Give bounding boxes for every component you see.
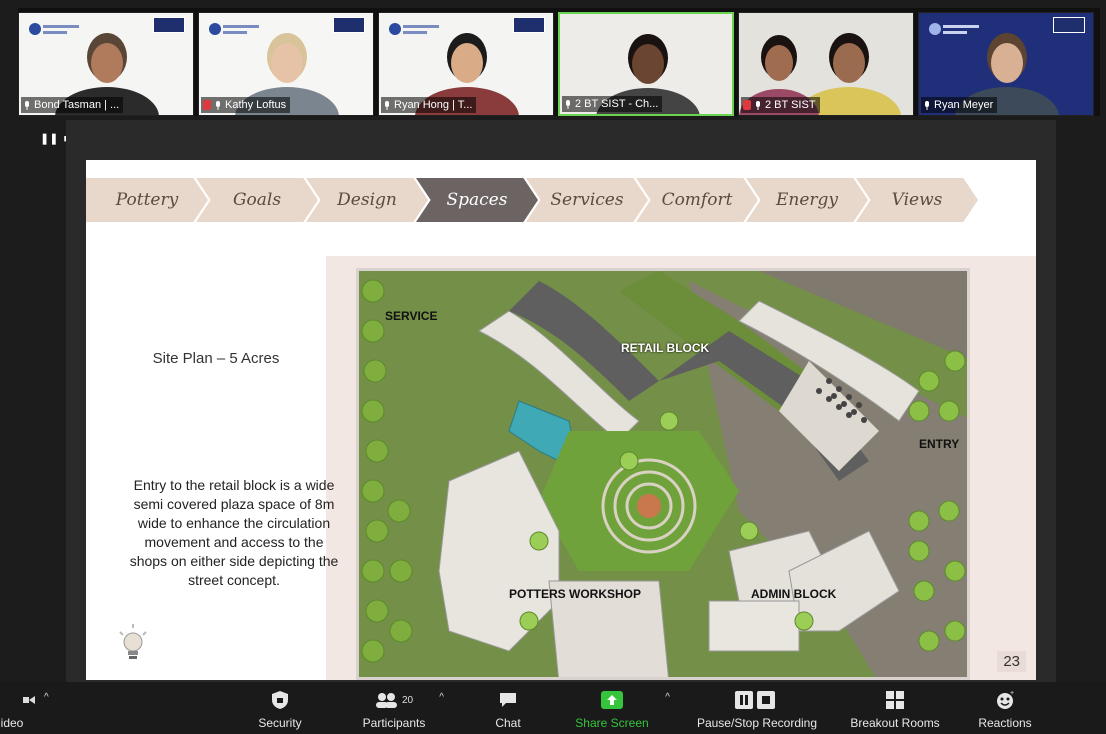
participant-name-tag: Ryan Hong | T... <box>381 97 477 113</box>
mic-muted-icon <box>743 100 751 110</box>
participant-name: Ryan Hong | T... <box>394 99 473 111</box>
slide-tab-comfort: Comfort <box>636 178 758 222</box>
video-options-caret[interactable]: ^ <box>44 692 49 703</box>
slide-tab-pottery: Pottery <box>86 178 208 222</box>
participants-icon: 20 <box>375 689 413 711</box>
plan-label-admin-block: ADMIN BLOCK <box>751 587 837 601</box>
participant-tile[interactable]: 2 BT SIST - Ch... <box>558 12 734 116</box>
participant-name: 2 BT SIST <box>765 99 816 111</box>
video-camera-icon <box>23 689 37 711</box>
slide-tab-goals: Goals <box>196 178 318 222</box>
participant-tile[interactable]: Bond Tasman | ... <box>18 12 194 116</box>
slide-tab-energy: Energy <box>746 178 868 222</box>
share-screen-button[interactable]: Share Screen ^ <box>562 682 670 734</box>
slide-tab-spaces: Spaces <box>416 178 538 222</box>
svg-text:+: + <box>1010 690 1014 697</box>
participant-name: Ryan Meyer <box>934 99 994 111</box>
participant-name-tag: Kathy Loftus <box>201 97 291 113</box>
share-options-caret[interactable]: ^ <box>665 692 670 703</box>
plan-label-service: SERVICE <box>385 309 438 323</box>
participant-tile[interactable]: 2 BT SIST <box>738 12 914 116</box>
meeting-toolbar: ideo ^ Security 20 Participants ^ Chat S… <box>0 682 1106 734</box>
plan-label-retail-block: RETAIL BLOCK <box>621 341 710 355</box>
zoom-meeting-window: Bond Tasman | ... Kathy Loftus Ryan Hong |… <box>0 0 1106 734</box>
participant-tile[interactable]: Kathy Loftus <box>198 12 374 116</box>
mic-icon <box>564 99 572 109</box>
mic-icon <box>923 100 931 110</box>
security-label: Security <box>258 716 302 730</box>
participant-strip: Bond Tasman | ... Kathy Loftus Ryan Hong |… <box>18 8 1100 116</box>
mic-icon <box>214 100 222 110</box>
video-label: ideo <box>0 716 24 730</box>
chat-label: Chat <box>495 716 521 730</box>
plan-label-entry: ENTRY <box>919 437 960 451</box>
participants-options-caret[interactable]: ^ <box>439 692 444 703</box>
slide-page-number: 23 <box>997 651 1026 672</box>
site-plan-title: Site Plan – 5 Acres <box>152 350 280 367</box>
share-screen-icon <box>601 689 623 711</box>
site-plan-drawing <box>359 271 967 677</box>
plan-label-potters-workshop: POTTERS WORKSHOP <box>509 587 642 601</box>
participants-label: Participants <box>362 716 426 730</box>
participant-name-tag: Ryan Meyer <box>921 97 998 113</box>
video-button[interactable]: ideo ^ <box>0 682 60 734</box>
breakout-label: Breakout Rooms <box>850 716 940 730</box>
mic-muted-icon <box>203 100 211 110</box>
site-plan-description: Entry to the retail block is a wide semi… <box>129 477 339 588</box>
mic-icon <box>23 100 31 110</box>
slide-tab-bar: Pottery Goals Design Spaces Services Com… <box>86 178 1036 222</box>
participants-count: 20 <box>401 694 414 706</box>
shield-icon <box>271 689 289 711</box>
reactions-label: Reactions <box>978 716 1032 730</box>
participant-tile[interactable]: Ryan Meyer <box>918 12 1094 116</box>
participants-button[interactable]: 20 Participants ^ <box>334 682 454 734</box>
participant-name-tag: Bond Tasman | ... <box>21 97 124 113</box>
site-plan-image: SERVICE RETAIL BLOCK ENTRY POTTERS WORKS… <box>356 268 970 680</box>
participant-name: 2 BT SIST - Ch... <box>575 98 659 110</box>
slide-tab-services: Services <box>526 178 648 222</box>
participant-name-tag: 2 BT SIST <box>741 97 820 113</box>
share-screen-label: Share Screen <box>575 716 649 730</box>
smiley-icon: + <box>995 689 1015 711</box>
lightbulb-icon <box>119 624 147 659</box>
pause-icon[interactable]: ❚❚ <box>40 132 58 146</box>
slide-tab-design: Design <box>306 178 428 222</box>
participant-name: Bond Tasman | ... <box>34 99 120 111</box>
mic-icon <box>383 100 391 110</box>
participant-name-tag: 2 BT SIST - Ch... <box>562 96 663 112</box>
pause-stop-recording-button[interactable]: Pause/Stop Recording <box>682 682 832 734</box>
participant-tile[interactable]: Ryan Hong | T... <box>378 12 554 116</box>
slide-tab-views: Views <box>856 178 978 222</box>
reactions-button[interactable]: + Reactions <box>960 682 1050 734</box>
record-label: Pause/Stop Recording <box>696 716 818 730</box>
chat-button[interactable]: Chat <box>468 682 548 734</box>
pause-stop-icon <box>735 689 779 711</box>
breakout-rooms-button[interactable]: Breakout Rooms <box>840 682 950 734</box>
chat-bubble-icon <box>498 689 518 711</box>
mic-icon <box>754 100 762 110</box>
shared-slide: Pottery Goals Design Spaces Services Com… <box>86 160 1036 680</box>
breakout-rooms-icon <box>885 689 905 711</box>
security-button[interactable]: Security <box>220 682 340 734</box>
participant-name: Kathy Loftus <box>225 99 287 111</box>
